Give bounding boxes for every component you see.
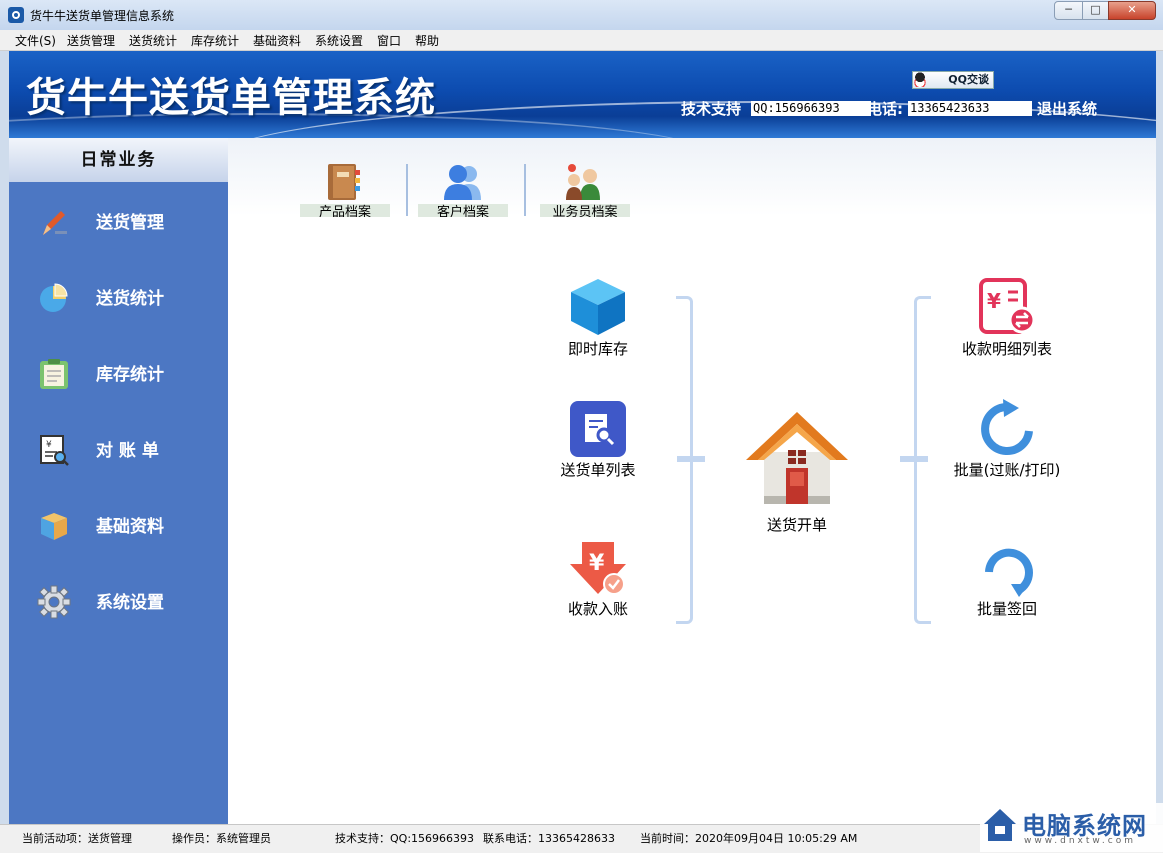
menu-bar: 文件(S) 送货管理 送货统计 库存统计 基础资料 系统设置 窗口 帮助 <box>0 30 1163 51</box>
menu-inventory-stats[interactable]: 库存统计 <box>191 32 239 49</box>
menu-file[interactable]: 文件(S) <box>15 32 56 49</box>
create-delivery-button[interactable]: 送货开单 <box>736 408 858 535</box>
toolbar-label: 客户档案 <box>418 204 508 217</box>
refresh-icon <box>981 399 1033 455</box>
exit-system-link[interactable]: 退出系统 <box>1037 98 1097 119</box>
menu-settings[interactable]: 系统设置 <box>315 32 363 49</box>
users-icon <box>444 165 481 200</box>
pie-chart-icon <box>40 283 68 312</box>
feature-label: 批量(过账/打印) <box>953 461 1061 479</box>
close-button[interactable]: ✕ <box>1108 1 1156 20</box>
product-archive-button[interactable]: 产品档案 <box>300 160 390 217</box>
document-search-icon <box>570 401 626 457</box>
sidebar-item-label: 送货统计 <box>96 289 164 309</box>
feature-label: 收款入账 <box>567 600 628 618</box>
watermark-house-icon <box>984 809 1016 841</box>
header-banner: 货牛牛送货单管理系统 QQ交谈 技术支持 QQ:156966393 电话: 13… <box>9 51 1156 138</box>
app-icon <box>8 7 24 23</box>
salesperson-archive-button[interactable]: 业务员档案 <box>540 160 630 217</box>
sidebar-item-basic-data[interactable]: 基础资料 <box>9 499 228 551</box>
svg-text:¥: ¥ <box>46 440 52 450</box>
feature-label: 送货单列表 <box>560 461 636 479</box>
sidebar-header: 日常业务 <box>9 138 228 182</box>
title-bar <box>0 0 1163 31</box>
sidebar-item-label: 基础资料 <box>96 517 164 537</box>
sidebar-item-settings[interactable]: 系统设置 <box>9 575 228 627</box>
feature-label: 收款明细列表 <box>961 340 1052 358</box>
menu-window[interactable]: 窗口 <box>377 32 401 49</box>
watermark-url: www.dnxtw.com <box>1024 836 1137 846</box>
book-icon <box>328 164 360 200</box>
yen-download-icon: ¥ <box>570 542 626 595</box>
sidebar-item-label: 库存统计 <box>96 365 164 385</box>
feature-label: 即时库存 <box>567 340 628 358</box>
status-operator: 操作员：系统管理员 <box>172 832 271 845</box>
qq-number-field: QQ:156966393 <box>751 101 871 116</box>
menu-delivery-stats[interactable]: 送货统计 <box>129 32 177 49</box>
svg-text:¥: ¥ <box>987 289 1001 313</box>
toolbar-label: 业务员档案 <box>540 204 630 217</box>
payment-entry-button[interactable]: ¥ 收款入账 <box>538 540 658 619</box>
menu-help[interactable]: 帮助 <box>415 32 439 49</box>
cube-icon <box>571 279 625 335</box>
sidebar-item-label: 送货管理 <box>96 213 164 233</box>
minimize-button[interactable]: ─ <box>1054 1 1083 20</box>
customer-archive-button[interactable]: 客户档案 <box>418 160 508 217</box>
sidebar-item-delivery-stats[interactable]: 送货统计 <box>9 271 228 323</box>
batch-signback-button[interactable]: 批量签回 <box>946 540 1068 619</box>
maximize-button[interactable]: □ <box>1082 1 1109 20</box>
toolbar-divider <box>406 164 408 216</box>
status-time: 当前时间：2020年09月04日 10:05:29 AM <box>640 832 858 845</box>
feature-label: 批量签回 <box>976 600 1037 618</box>
realtime-inventory-button[interactable]: 即时库存 <box>538 276 658 359</box>
sidebar-item-label: 系统设置 <box>96 593 164 613</box>
statement-icon: ¥ <box>40 435 69 466</box>
house-icon <box>746 412 848 504</box>
sidebar-item-label: 对 账 单 <box>96 441 159 461</box>
menu-delivery[interactable]: 送货管理 <box>67 32 115 49</box>
menu-basic-data[interactable]: 基础资料 <box>253 32 301 49</box>
toolbar-divider <box>524 164 526 216</box>
feature-label: 送货开单 <box>766 516 827 534</box>
window-title: 货牛牛送货单管理信息系统 <box>30 9 175 23</box>
phone-label: 电话: <box>867 100 903 118</box>
status-support: 技术支持：QQ:156966393 <box>335 832 475 845</box>
svg-text:¥: ¥ <box>589 551 605 576</box>
box-icon <box>41 513 67 540</box>
pen-icon <box>43 211 67 235</box>
qq-penguin-icon <box>913 72 927 87</box>
undo-arrow-icon <box>985 548 1033 597</box>
tech-support-label: 技术支持 <box>681 100 742 118</box>
phone-number-field: 13365423633 <box>908 101 1032 116</box>
status-activity: 当前活动项：送货管理 <box>22 832 132 845</box>
bracket-connector <box>900 456 928 462</box>
sidebar-item-inventory-stats[interactable]: 库存统计 <box>9 347 228 399</box>
delivery-list-button[interactable]: 送货单列表 <box>538 399 658 480</box>
toolbar-label: 产品档案 <box>300 204 390 217</box>
clipboard-icon <box>40 359 68 389</box>
sidebar-item-delivery[interactable]: 送货管理 <box>9 195 228 247</box>
batch-post-print-button[interactable]: 批量(过账/打印) <box>946 399 1068 480</box>
bracket-connector <box>677 456 705 462</box>
gear-icon <box>37 585 71 619</box>
invoice-exchange-icon: ¥ <box>979 278 1036 334</box>
app-title: 货牛牛送货单管理系统 <box>26 74 436 121</box>
status-phone: 联系电话：13365428633 <box>483 832 615 845</box>
sidebar-item-statement[interactable]: ¥ 对 账 单 <box>9 423 228 475</box>
salesperson-icon <box>566 164 600 200</box>
payment-detail-list-button[interactable]: ¥ 收款明细列表 <box>946 276 1068 359</box>
